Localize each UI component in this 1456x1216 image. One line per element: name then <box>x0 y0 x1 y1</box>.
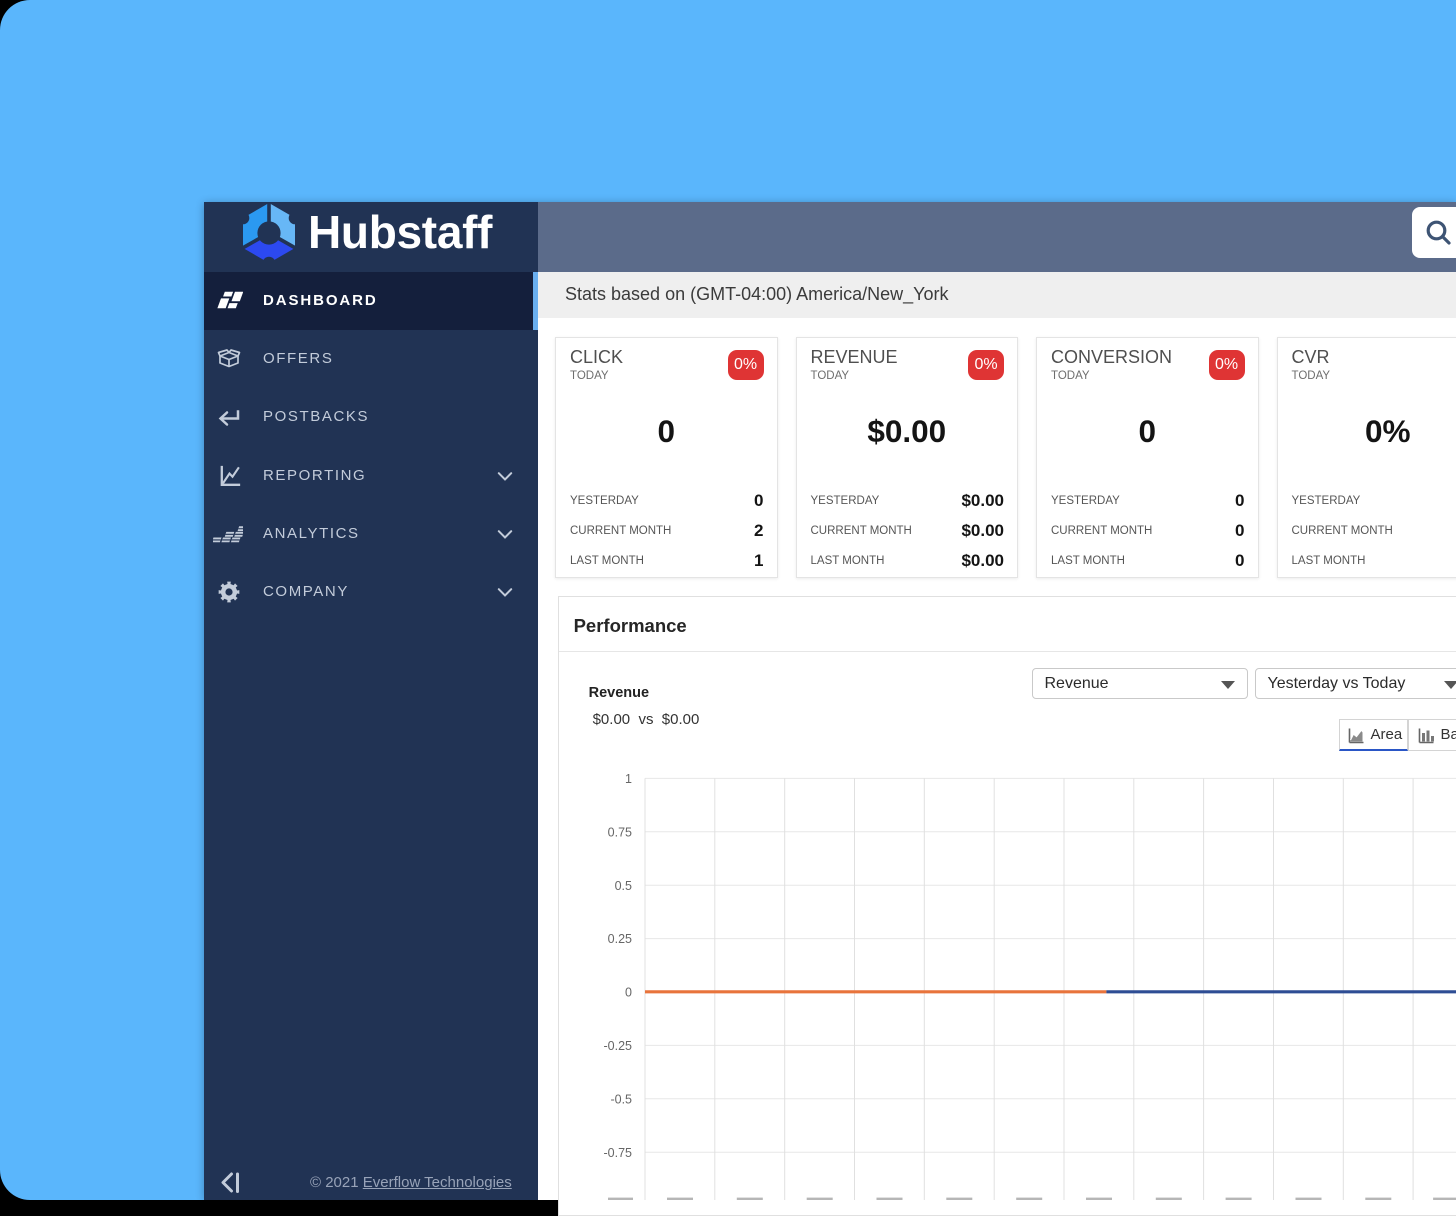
svg-text:-0.5: -0.5 <box>610 1092 632 1106</box>
svg-text:1: 1 <box>625 772 632 786</box>
svg-text:0.75: 0.75 <box>607 825 631 839</box>
svg-text:0: 0 <box>625 986 632 1000</box>
svg-text:-0.75: -0.75 <box>603 1146 632 1160</box>
svg-text:0.25: 0.25 <box>607 932 631 946</box>
svg-text:0.5: 0.5 <box>614 879 631 893</box>
svg-text:-0.25: -0.25 <box>603 1039 632 1053</box>
